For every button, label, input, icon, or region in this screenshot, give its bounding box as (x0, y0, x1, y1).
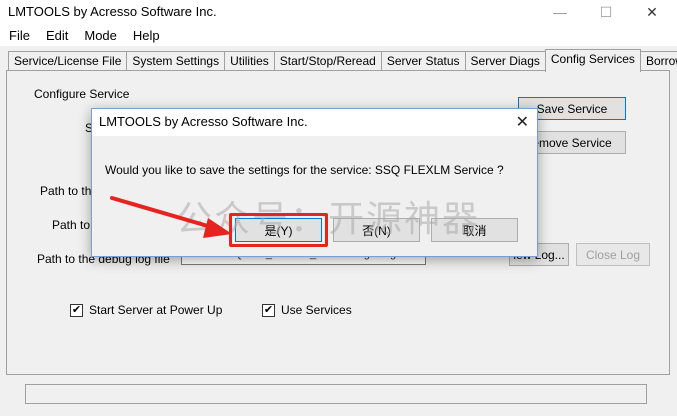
tab-config-services[interactable]: Config Services (544, 49, 641, 72)
